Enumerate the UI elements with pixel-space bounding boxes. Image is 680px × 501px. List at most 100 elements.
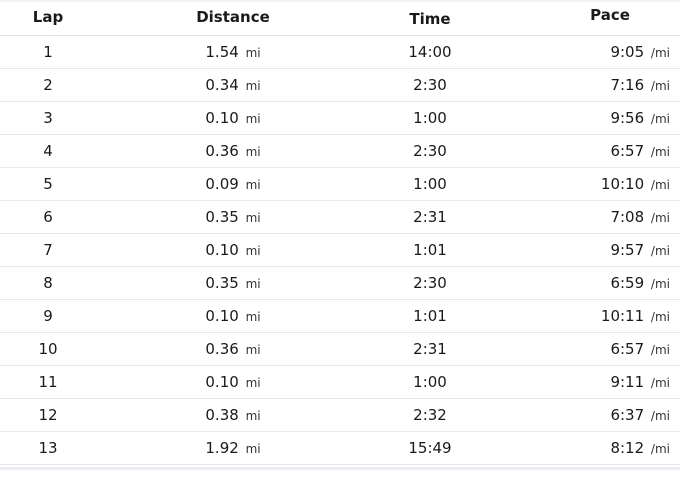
pace-unit: /mi	[650, 112, 670, 126]
table-row: 7 0.10 mi 1:01 9:57 /mi	[0, 234, 680, 267]
pace-value: 6:57	[610, 340, 645, 358]
distance-unit: mi	[245, 112, 261, 126]
distance-value: 0.38	[205, 406, 239, 424]
lap-number: 6	[43, 208, 53, 226]
pace-value: 6:37	[610, 406, 645, 424]
distance-unit: mi	[245, 79, 261, 93]
lap-time: 15:49	[408, 439, 452, 457]
lap-time: 2:30	[413, 274, 447, 292]
header-pace: Pace	[590, 6, 630, 24]
pace-value: 9:56	[610, 109, 645, 127]
table-row: 4 0.36 mi 2:30 6:57 /mi	[0, 135, 680, 168]
lap-distance: 0.38 mi	[150, 406, 316, 424]
laps-table: Lap Distance Time Pace 1 1.54 mi 14:00 9:05…	[0, 0, 680, 465]
distance-value: 0.10	[205, 307, 239, 325]
lap-pace: 9:57 /mi	[560, 241, 670, 259]
distance-unit: mi	[245, 310, 261, 324]
pace-value: 7:16	[610, 76, 645, 94]
distance-value: 0.36	[205, 340, 239, 358]
lap-time: 1:00	[413, 373, 447, 391]
table-bottom-border	[0, 467, 680, 470]
lap-time: 2:31	[413, 340, 447, 358]
lap-distance: 0.36 mi	[150, 142, 316, 160]
distance-value: 0.10	[205, 109, 239, 127]
table-row: 11 0.10 mi 1:00 9:11 /mi	[0, 366, 680, 399]
table-header: Lap Distance Time Pace	[0, 0, 680, 36]
distance-unit: mi	[245, 178, 261, 192]
lap-number: 3	[43, 109, 53, 127]
lap-pace: 6:37 /mi	[560, 406, 670, 424]
pace-value: 7:08	[610, 208, 645, 226]
lap-time: 2:30	[413, 142, 447, 160]
pace-value: 10:11	[600, 307, 645, 325]
lap-pace: 7:08 /mi	[560, 208, 670, 226]
distance-value: 0.10	[205, 373, 239, 391]
distance-value: 0.35	[205, 208, 239, 226]
lap-distance: 1.54 mi	[150, 43, 316, 61]
distance-value: 1.92	[205, 439, 239, 457]
lap-pace: 6:57 /mi	[560, 142, 670, 160]
lap-time: 2:30	[413, 76, 447, 94]
table-row: 10 0.36 mi 2:31 6:57 /mi	[0, 333, 680, 366]
lap-number: 2	[43, 76, 53, 94]
pace-unit: /mi	[650, 244, 670, 258]
lap-pace: 9:05 /mi	[560, 43, 670, 61]
lap-pace: 10:11 /mi	[560, 307, 670, 325]
pace-value: 9:11	[610, 373, 645, 391]
header-distance: Distance	[196, 8, 270, 26]
lap-number: 7	[43, 241, 53, 259]
lap-time: 14:00	[408, 43, 452, 61]
pace-value: 10:10	[600, 175, 645, 193]
pace-unit: /mi	[650, 79, 670, 93]
pace-unit: /mi	[650, 178, 670, 192]
pace-value: 6:57	[610, 142, 645, 160]
distance-unit: mi	[245, 46, 261, 60]
lap-number: 12	[38, 406, 58, 424]
table-row: 13 1.92 mi 15:49 8:12 /mi	[0, 432, 680, 465]
distance-value: 0.34	[205, 76, 239, 94]
lap-pace: 7:16 /mi	[560, 76, 670, 94]
lap-time: 1:01	[413, 307, 447, 325]
lap-pace: 6:57 /mi	[560, 340, 670, 358]
lap-distance: 0.10 mi	[150, 109, 316, 127]
lap-pace: 6:59 /mi	[560, 274, 670, 292]
pace-value: 8:12	[610, 439, 645, 457]
distance-unit: mi	[245, 442, 261, 456]
lap-distance: 0.10 mi	[150, 307, 316, 325]
lap-time: 2:31	[413, 208, 447, 226]
distance-value: 0.09	[205, 175, 239, 193]
lap-distance: 1.92 mi	[150, 439, 316, 457]
lap-number: 13	[38, 439, 58, 457]
distance-unit: mi	[245, 409, 261, 423]
lap-number: 8	[43, 274, 53, 292]
lap-number: 5	[43, 175, 53, 193]
table-row: 8 0.35 mi 2:30 6:59 /mi	[0, 267, 680, 300]
distance-unit: mi	[245, 244, 261, 258]
table-row: 6 0.35 mi 2:31 7:08 /mi	[0, 201, 680, 234]
header-time: Time	[409, 10, 451, 28]
lap-time: 1:01	[413, 241, 447, 259]
distance-value: 0.36	[205, 142, 239, 160]
table-row: 12 0.38 mi 2:32 6:37 /mi	[0, 399, 680, 432]
lap-time: 1:00	[413, 109, 447, 127]
table-row: 3 0.10 mi 1:00 9:56 /mi	[0, 102, 680, 135]
lap-pace: 9:11 /mi	[560, 373, 670, 391]
lap-time: 2:32	[413, 406, 447, 424]
lap-distance: 0.35 mi	[150, 208, 316, 226]
pace-unit: /mi	[650, 310, 670, 324]
lap-pace: 8:12 /mi	[560, 439, 670, 457]
pace-value: 9:05	[610, 43, 645, 61]
pace-unit: /mi	[650, 211, 670, 225]
pace-value: 9:57	[610, 241, 645, 259]
distance-value: 1.54	[205, 43, 239, 61]
table-body: 1 1.54 mi 14:00 9:05 /mi 2 0.34 mi 2:30 7:16 /m…	[0, 36, 680, 465]
table-row: 1 1.54 mi 14:00 9:05 /mi	[0, 36, 680, 69]
lap-number: 10	[38, 340, 58, 358]
lap-distance: 0.09 mi	[150, 175, 316, 193]
lap-number: 1	[43, 43, 53, 61]
lap-pace: 9:56 /mi	[560, 109, 670, 127]
pace-unit: /mi	[650, 145, 670, 159]
pace-unit: /mi	[650, 46, 670, 60]
pace-unit: /mi	[650, 409, 670, 423]
distance-unit: mi	[245, 211, 261, 225]
